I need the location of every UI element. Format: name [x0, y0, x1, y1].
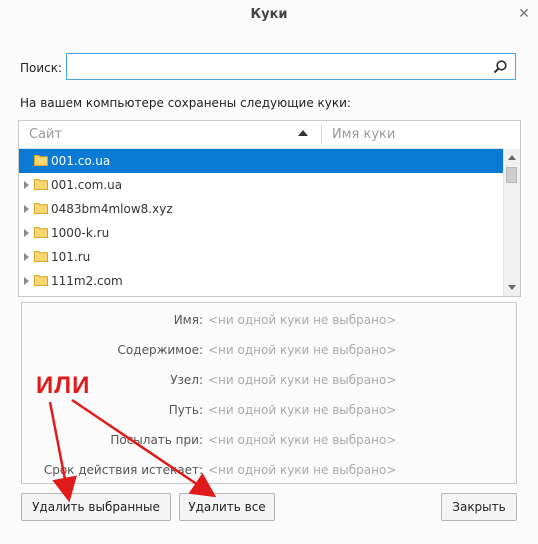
- tree-row-label: 0483bm4mlow8.xyz: [51, 202, 173, 216]
- scroll-thumb[interactable]: [506, 167, 517, 183]
- column-divider[interactable]: [321, 125, 322, 144]
- tree-row-label: 101.ru: [51, 250, 91, 264]
- tree-row[interactable]: 101.ru: [19, 245, 504, 269]
- search-icon[interactable]: [491, 58, 509, 76]
- scroll-up-icon[interactable]: [508, 155, 516, 160]
- annotation-label: ИЛИ: [36, 372, 91, 399]
- sort-ascending-icon: [298, 130, 308, 136]
- search-label: Поиск:: [20, 61, 63, 75]
- window-title: Куки: [250, 7, 288, 22]
- tree-row[interactable]: 0483bm4mlow8.xyz: [19, 197, 504, 221]
- tree-row[interactable]: 111m2.com: [19, 269, 504, 293]
- detail-row-host: Узел: <ни одной куки не выбрано>: [22, 371, 516, 391]
- cookie-tree[interactable]: Сайт Имя куки 001.co.ua 001.com.ua 0483b…: [18, 120, 521, 297]
- expand-twisty-icon[interactable]: [24, 157, 29, 165]
- detail-value: <ни одной куки не выбрано>: [208, 313, 397, 327]
- delete-all-button[interactable]: Удалить все: [179, 493, 275, 521]
- folder-icon: [34, 203, 48, 214]
- expand-twisty-icon[interactable]: [24, 205, 29, 213]
- tree-row[interactable]: 001.com.ua: [19, 173, 504, 197]
- cookie-details-panel: Имя: <ни одной куки не выбрано> Содержим…: [21, 302, 517, 484]
- detail-row-path: Путь: <ни одной куки не выбрано>: [22, 401, 516, 421]
- folder-icon: [34, 275, 48, 286]
- detail-row-name: Имя: <ни одной куки не выбрано>: [22, 311, 516, 331]
- vertical-scrollbar[interactable]: [503, 149, 520, 296]
- tree-row-label: 001.com.ua: [51, 178, 123, 192]
- detail-label: Узел:: [170, 373, 203, 387]
- detail-row-expires: Срок действия истекает: <ни одной куки н…: [22, 461, 516, 481]
- column-header-cookie-name[interactable]: Имя куки: [332, 127, 395, 142]
- detail-value: <ни одной куки не выбрано>: [208, 343, 397, 357]
- detail-label: Путь:: [168, 403, 203, 417]
- title-bar: Куки ✕: [0, 0, 538, 32]
- tree-row-label: 111m2.com: [51, 274, 123, 288]
- tree-row-label: 001.co.ua: [51, 154, 111, 168]
- column-header-site[interactable]: Сайт: [29, 127, 62, 142]
- scroll-down-icon[interactable]: [508, 285, 516, 290]
- search-input[interactable]: [71, 57, 485, 78]
- expand-twisty-icon[interactable]: [24, 277, 29, 285]
- expand-twisty-icon[interactable]: [24, 253, 29, 261]
- folder-icon: [34, 251, 48, 262]
- header-corner: [504, 121, 520, 148]
- detail-row-send-for: Посылать при: <ни одной куки не выбрано>: [22, 431, 516, 451]
- tree-row[interactable]: 001.co.ua: [19, 149, 504, 173]
- tree-header: Сайт Имя куки: [19, 121, 504, 149]
- saved-cookies-label: На вашем компьютере сохранены следующие …: [20, 96, 351, 110]
- detail-label: Срок действия истекает:: [43, 463, 203, 477]
- detail-value: <ни одной куки не выбрано>: [208, 433, 397, 447]
- detail-label: Посылать при:: [110, 433, 203, 447]
- detail-label: Содержимое:: [117, 343, 203, 357]
- detail-value: <ни одной куки не выбрано>: [208, 373, 397, 387]
- tree-rows: 001.co.ua 001.com.ua 0483bm4mlow8.xyz 10…: [19, 149, 504, 293]
- expand-twisty-icon[interactable]: [24, 181, 29, 189]
- folder-icon: [34, 227, 48, 238]
- tree-row-label: 1000-k.ru: [51, 226, 110, 240]
- tree-row[interactable]: 1000-k.ru: [19, 221, 504, 245]
- detail-value: <ни одной куки не выбрано>: [208, 463, 397, 477]
- search-field[interactable]: [66, 53, 516, 80]
- detail-label: Имя:: [173, 313, 203, 327]
- delete-selected-button[interactable]: Удалить выбранные: [21, 493, 171, 521]
- detail-value: <ни одной куки не выбрано>: [208, 403, 397, 417]
- close-button[interactable]: Закрыть: [441, 493, 517, 521]
- folder-icon: [34, 155, 48, 166]
- detail-row-content: Содержимое: <ни одной куки не выбрано>: [22, 341, 516, 361]
- expand-twisty-icon[interactable]: [24, 229, 29, 237]
- close-icon[interactable]: ✕: [516, 6, 532, 22]
- folder-icon: [34, 179, 48, 190]
